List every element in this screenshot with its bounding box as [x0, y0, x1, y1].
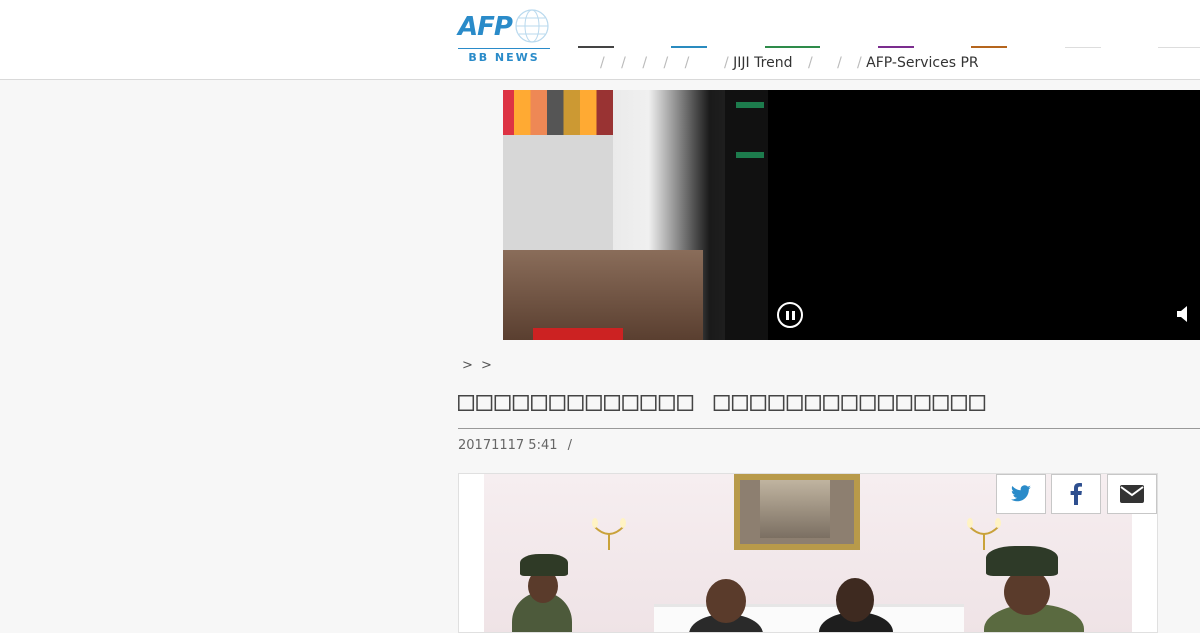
twitter-icon [1011, 485, 1031, 502]
afp-logo[interactable]: AFP BB NEWS [458, 8, 550, 64]
twitter-share-button[interactable] [996, 474, 1046, 514]
person-1-cap [520, 554, 568, 576]
nav-item-jiji-trend[interactable]: / JIJI Trend [724, 55, 792, 71]
nav-sep-group: / / / / / [600, 55, 690, 71]
person-2-head [706, 579, 746, 623]
nav-bar-2[interactable] [671, 46, 707, 48]
nav-bar-5[interactable] [971, 46, 1007, 48]
nav-bar-1[interactable] [578, 46, 614, 48]
breadcrumb[interactable]: > > [462, 358, 492, 373]
nav-bar-3[interactable] [765, 46, 820, 48]
logo-subtitle: BB NEWS [468, 51, 540, 64]
nav-sep: / [724, 55, 734, 71]
date-separator: / [567, 438, 573, 453]
person-4-cap [986, 546, 1058, 576]
globe-icon [515, 9, 549, 43]
nav-item-afp-services[interactable]: / AFP-Services PR [857, 55, 979, 71]
nav-sep: / [857, 55, 867, 71]
video-thumbnail [503, 90, 768, 340]
facebook-icon [1070, 483, 1082, 505]
facebook-share-button[interactable] [1051, 474, 1101, 514]
person-3-head [836, 578, 874, 622]
article-dateline: 20171117 5:41 / [458, 438, 572, 453]
portrait-frame [734, 474, 860, 550]
portrait [760, 480, 830, 538]
email-icon [1120, 485, 1144, 503]
logo-text: AFP [458, 12, 513, 42]
volume-icon[interactable] [1176, 305, 1190, 323]
nav-bar-6[interactable] [1065, 47, 1101, 48]
nav-separators-2: / / [808, 55, 842, 71]
video-player[interactable] [503, 90, 1200, 340]
article-date: 20171117 5:41 [458, 438, 558, 453]
thumb-pens [503, 90, 613, 135]
pause-icon[interactable] [777, 302, 803, 328]
thumb-screen [725, 90, 768, 340]
site-header: AFP BB NEWS / / / / / / JIJI Trend / / /… [0, 0, 1200, 80]
title-divider [458, 428, 1200, 429]
nav-label-jiji-trend: JIJI Trend [733, 55, 793, 71]
nav-bar-7[interactable] [1158, 47, 1200, 48]
article-title: □□□□□□□□□□□□□ □□□□□□□□□□□□□□□ [458, 386, 988, 417]
wall-sconce-left [592, 518, 626, 550]
thumb-green [736, 102, 764, 108]
email-share-button[interactable] [1107, 474, 1157, 514]
nav-sep-group-2: / / [808, 55, 842, 71]
logo-divider [458, 48, 550, 49]
thumb-red [533, 328, 623, 340]
left-pane [0, 80, 458, 630]
thumb-shelf [503, 250, 703, 340]
nav-label-afp-services: AFP-Services PR [866, 55, 979, 71]
nav-bar-4[interactable] [878, 46, 914, 48]
nav-separators: / / / / / [600, 55, 689, 71]
thumb-green-2 [736, 152, 764, 158]
